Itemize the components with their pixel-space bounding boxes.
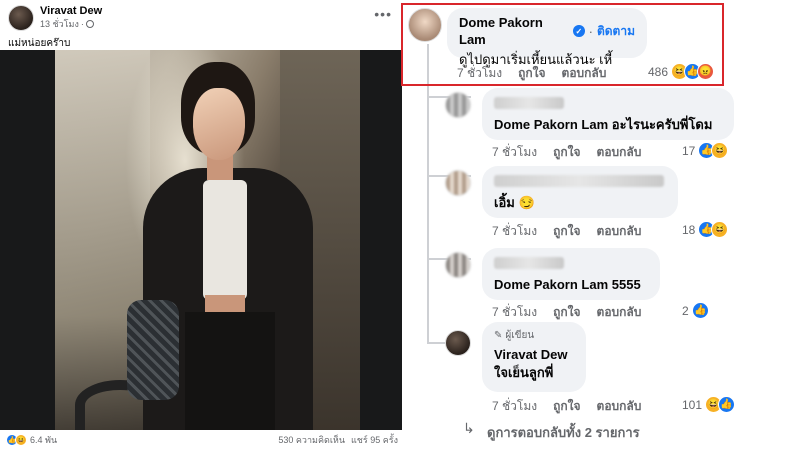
post-header: Viravat Dew 13 ชั่วโมง · <box>8 5 102 31</box>
like-reaction-icon: 👍 <box>691 302 709 319</box>
comment-actions: 7 ชั่วโมง ถูกใจ ตอบกลับ <box>492 397 657 416</box>
commenter-avatar[interactable] <box>445 252 471 278</box>
post-share-count[interactable]: แชร์ 95 ครั้ง <box>351 433 398 447</box>
post-comment-count[interactable]: 530 ความคิดเห็น <box>278 433 345 447</box>
like-reaction-icon: 👍 <box>718 396 736 413</box>
author-badge: ✎ ผู้เขียน <box>494 328 574 343</box>
comment-author-name-blurred[interactable] <box>494 94 722 112</box>
post-timestamp-line: 13 ชั่วโมง · <box>40 18 102 30</box>
post-photo[interactable] <box>55 50 360 430</box>
post-timestamp[interactable]: 13 ชั่วโมง <box>40 18 79 30</box>
commenter-avatar[interactable] <box>445 92 471 118</box>
reply-button[interactable]: ตอบกลับ <box>597 397 642 416</box>
reply-button[interactable]: ตอบกลับ <box>597 303 642 322</box>
comment-time[interactable]: 7 ชั่วโมง <box>492 397 537 416</box>
post-reaction-icons[interactable]: 👍 😆 <box>6 434 27 446</box>
comment-reactions[interactable]: 2 👍 <box>682 302 709 319</box>
haha-reaction-icon: 😆 <box>711 221 729 238</box>
reply-button[interactable]: ตอบกลับ <box>597 143 642 162</box>
pencil-icon: ✎ <box>494 330 503 341</box>
comment-bubble: เอิ้ม 😏 <box>482 166 678 218</box>
post-reaction-count[interactable]: 6.4 พัน <box>30 433 57 447</box>
post-caption: แม่หน่อยคร๊าบ <box>8 38 71 49</box>
comment-bubble: Dome Pakorn Lam อะไรนะครับพี่โดม <box>482 88 734 140</box>
comment-bubble: Dome Pakorn Lam 5555 <box>482 248 660 300</box>
post-author-name[interactable]: Viravat Dew <box>40 5 102 18</box>
comment-author-name[interactable]: Viravat Dew <box>494 346 574 363</box>
post-card: Viravat Dew 13 ชั่วโมง · ••• แม่หน่อยคร๊… <box>0 0 402 450</box>
comment-reaction-count: 18 <box>682 222 696 237</box>
commenter-avatar[interactable] <box>445 170 471 196</box>
comment-actions: 7 ชั่วโมง ถูกใจ ตอบกลับ <box>492 143 657 162</box>
reply-arrow-icon: ↳ <box>463 420 475 436</box>
comment-text: Dome Pakorn Lam 5555 <box>494 277 641 292</box>
post-meta: Viravat Dew 13 ชั่วโมง · <box>40 5 102 30</box>
comment-time[interactable]: 7 ชั่วโมง <box>492 222 537 241</box>
like-button[interactable]: ถูกใจ <box>553 397 580 416</box>
haha-reaction-icon: 😆 <box>15 434 27 446</box>
comment-reactions[interactable]: 18 👍 😆 <box>682 221 729 238</box>
comment-text: เอิ้ม <box>494 195 515 210</box>
comment-text: ใจเย็นลูกพี่ <box>494 365 554 380</box>
comment-reactions[interactable]: 101 😆 👍 <box>682 396 736 413</box>
smirk-emoji-icon: 😏 <box>518 195 535 210</box>
thread-line <box>427 44 429 344</box>
comment-reaction-count: 101 <box>682 397 703 412</box>
comment-actions: 7 ชั่วโมง ถูกใจ ตอบกลับ <box>492 222 657 241</box>
view-replies-link[interactable]: ดูการตอบกลับทั้ง 2 รายการ <box>487 422 640 443</box>
author-avatar[interactable] <box>445 330 471 356</box>
comment-text-line: เอิ้ม 😏 <box>494 193 666 213</box>
comment-actions: 7 ชั่วโมง ถูกใจ ตอบกลับ <box>492 303 657 322</box>
comment-time[interactable]: 7 ชั่วโมง <box>492 303 537 322</box>
comment-reaction-count: 2 <box>682 303 689 318</box>
comment-author-name-blurred[interactable] <box>494 172 666 190</box>
reply-button[interactable]: ตอบกลับ <box>597 222 642 241</box>
post-author-avatar[interactable] <box>8 5 34 31</box>
like-button[interactable]: ถูกใจ <box>553 303 580 322</box>
haha-reaction-icon: 😆 <box>711 142 729 159</box>
highlight-box <box>401 3 724 86</box>
comment-bubble: ✎ ผู้เขียน Viravat Dew ใจเย็นลูกพี่ <box>482 322 586 392</box>
globe-icon <box>85 20 94 28</box>
comment-text: Dome Pakorn Lam อะไรนะครับพี่โดม <box>494 117 713 132</box>
like-button[interactable]: ถูกใจ <box>553 143 580 162</box>
more-options-icon[interactable]: ••• <box>374 6 392 22</box>
comment-time[interactable]: 7 ชั่วโมง <box>492 143 537 162</box>
post-footer: 👍 😆 6.4 พัน 530 ความคิดเห็น แชร์ 95 ครั้… <box>0 430 402 450</box>
comment-author-name-blurred[interactable] <box>494 254 648 272</box>
post-stats: 530 ความคิดเห็น แชร์ 95 ครั้ง <box>278 433 398 447</box>
author-badge-label: ผู้เขียน <box>505 330 535 341</box>
post-photo-frame[interactable] <box>0 50 402 430</box>
comment-reactions[interactable]: 17 👍 😆 <box>682 142 729 159</box>
like-button[interactable]: ถูกใจ <box>553 222 580 241</box>
comment-reaction-count: 17 <box>682 143 696 158</box>
